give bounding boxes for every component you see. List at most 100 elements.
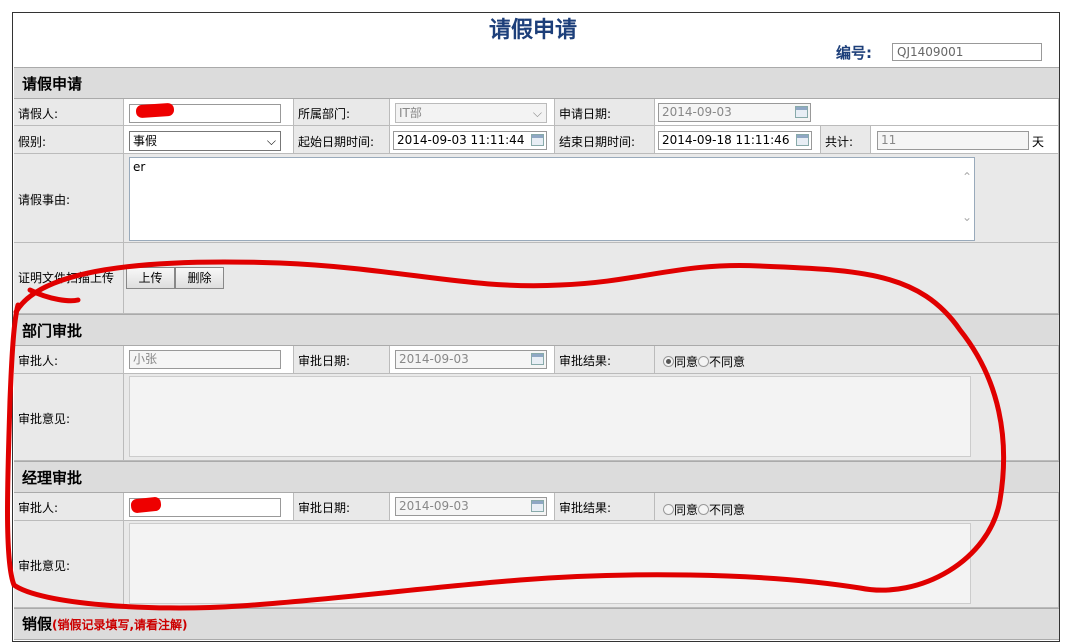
mgr-date-field[interactable]: 2014-09-03 [395,497,547,516]
mgr-date-label-cell: 审批日期: [294,493,390,521]
reason-value: er [133,160,146,174]
mgr-result-label-cell: 审批结果: [555,493,655,521]
start-datetime-value: 2014-09-03 11:11:44 [397,133,525,147]
dept-agree-radio[interactable] [663,356,674,367]
delete-button[interactable]: 删除 [175,267,224,289]
dept-label: 所属部门: [298,107,351,121]
dept-approver-cell: 小张 [124,346,294,374]
dept-opinion-label: 审批意见: [18,412,71,426]
section-cancel-heading: 销假(销假记录填写,请看注解) [14,608,1059,640]
total-unit: 天 [1032,135,1045,149]
apply-date-value: 2014-09-03 [662,105,732,119]
total-label-cell: 共计: [821,126,871,154]
type-cell: 事假 ⌵ [124,126,294,154]
applicant-label: 请假人: [18,107,59,121]
docno-label: 编号: [836,44,872,62]
dept-approver-field[interactable]: 小张 [129,350,281,369]
mgr-date-label: 审批日期: [298,501,351,515]
mgr-opinion-textarea[interactable] [129,523,971,604]
start-label-cell: 起始日期时间: [294,126,390,154]
dept-opinion-label-cell: 审批意见: [14,374,124,461]
dept-date-label: 审批日期: [298,354,351,368]
dept-result-cell: 同意 不同意 [655,346,1059,374]
start-label: 起始日期时间: [298,135,375,149]
upload-label-cell: 证明文件扫描上传 [14,243,124,314]
mgr-agree-label: 同意 [674,503,699,517]
upload-cell: 上传 删除 [124,243,1059,314]
dept-select[interactable]: IT部 ⌵ [395,103,547,123]
total-cell: 11 天 [871,126,1059,154]
mgr-result-label: 审批结果: [559,501,612,515]
chevron-down-icon: ⌵ [532,106,542,120]
mgr-approver-label: 审批人: [18,501,59,515]
reason-label-cell: 请假事由: [14,154,124,243]
reason-textarea[interactable]: er ⌃ ⌄ [129,157,975,241]
dept-result-label: 审批结果: [559,354,612,368]
apply-date-label: 申请日期: [559,107,612,121]
mgr-opinion-label: 审批意见: [18,559,71,573]
mgr-date-value: 2014-09-03 [399,499,469,513]
type-label-cell: 假别: [14,126,124,154]
type-label: 假别: [18,135,47,149]
reason-cell: er ⌃ ⌄ [124,154,1059,243]
mgr-date-cell: 2014-09-03 [390,493,555,521]
scroll-up-icon[interactable]: ⌃ [962,170,972,184]
start-cell: 2014-09-03 11:11:44 [390,126,555,154]
dept-approver-label-cell: 审批人: [14,346,124,374]
mgr-disagree-label: 不同意 [709,503,746,517]
cancel-heading: 销假 [22,615,53,633]
dept-date-cell: 2014-09-03 [390,346,555,374]
section-dept-approval-heading: 部门审批 [14,314,1059,346]
reason-label: 请假事由: [18,193,71,207]
apply-date-cell: 2014-09-03 [655,99,1059,126]
dept-label-cell: 所属部门: [294,99,390,126]
total-label: 共计: [825,135,854,149]
scroll-down-icon[interactable]: ⌄ [962,210,972,224]
chevron-down-icon: ⌵ [266,134,276,148]
docno-field[interactable]: QJ1409001 [892,43,1042,61]
mgr-agree-radio[interactable] [663,504,674,515]
dept-opinion-cell [124,374,1059,461]
calendar-icon[interactable] [795,106,808,118]
total-days-field[interactable]: 11 [877,131,1029,150]
dept-date-label-cell: 审批日期: [294,346,390,374]
upload-label: 证明文件扫描上传 [18,271,115,285]
section-leave-heading: 请假申请 [14,67,1059,99]
mgr-opinion-label-cell: 审批意见: [14,521,124,608]
mgr-result-radios: 同意 不同意 [663,501,745,518]
redaction-mark [135,102,175,119]
mgr-disagree-radio[interactable] [698,504,710,515]
mgr-result-cell: 同意 不同意 [655,493,1059,521]
dept-result-radios: 同意 不同意 [663,353,745,370]
end-label-cell: 结束日期时间: [555,126,655,154]
dept-approver-label: 审批人: [18,354,59,368]
leave-type-value: 事假 [133,134,158,148]
calendar-icon[interactable] [796,134,809,146]
start-datetime-field[interactable]: 2014-09-03 11:11:44 [393,131,547,150]
upload-button[interactable]: 上传 [126,267,175,289]
section-mgr-approval-heading: 经理审批 [14,461,1059,493]
calendar-icon[interactable] [531,134,544,146]
end-cell: 2014-09-18 11:11:46 [655,126,821,154]
dept-select-value: IT部 [399,106,422,120]
dept-date-field[interactable]: 2014-09-03 [395,350,547,369]
applicant-label-cell: 请假人: [14,99,124,126]
end-datetime-value: 2014-09-18 11:11:46 [662,133,790,147]
dept-agree-label: 同意 [674,355,699,369]
cancel-note: (销假记录填写,请看注解) [52,618,188,632]
end-label: 结束日期时间: [559,135,636,149]
dept-disagree-radio[interactable] [698,356,710,367]
mgr-approver-label-cell: 审批人: [14,493,124,521]
dept-disagree-label: 不同意 [709,355,746,369]
end-datetime-field[interactable]: 2014-09-18 11:11:46 [658,131,812,150]
dept-cell: IT部 ⌵ [390,99,555,126]
apply-date-label-cell: 申请日期: [555,99,655,126]
dept-opinion-textarea[interactable] [129,376,971,457]
dept-date-value: 2014-09-03 [399,352,469,366]
leave-type-select[interactable]: 事假 ⌵ [129,131,281,151]
mgr-opinion-cell [124,521,1059,608]
calendar-icon[interactable] [531,500,544,512]
calendar-icon[interactable] [531,353,544,365]
apply-date-field[interactable]: 2014-09-03 [658,103,811,122]
page-title: 请假申请 [488,18,577,43]
